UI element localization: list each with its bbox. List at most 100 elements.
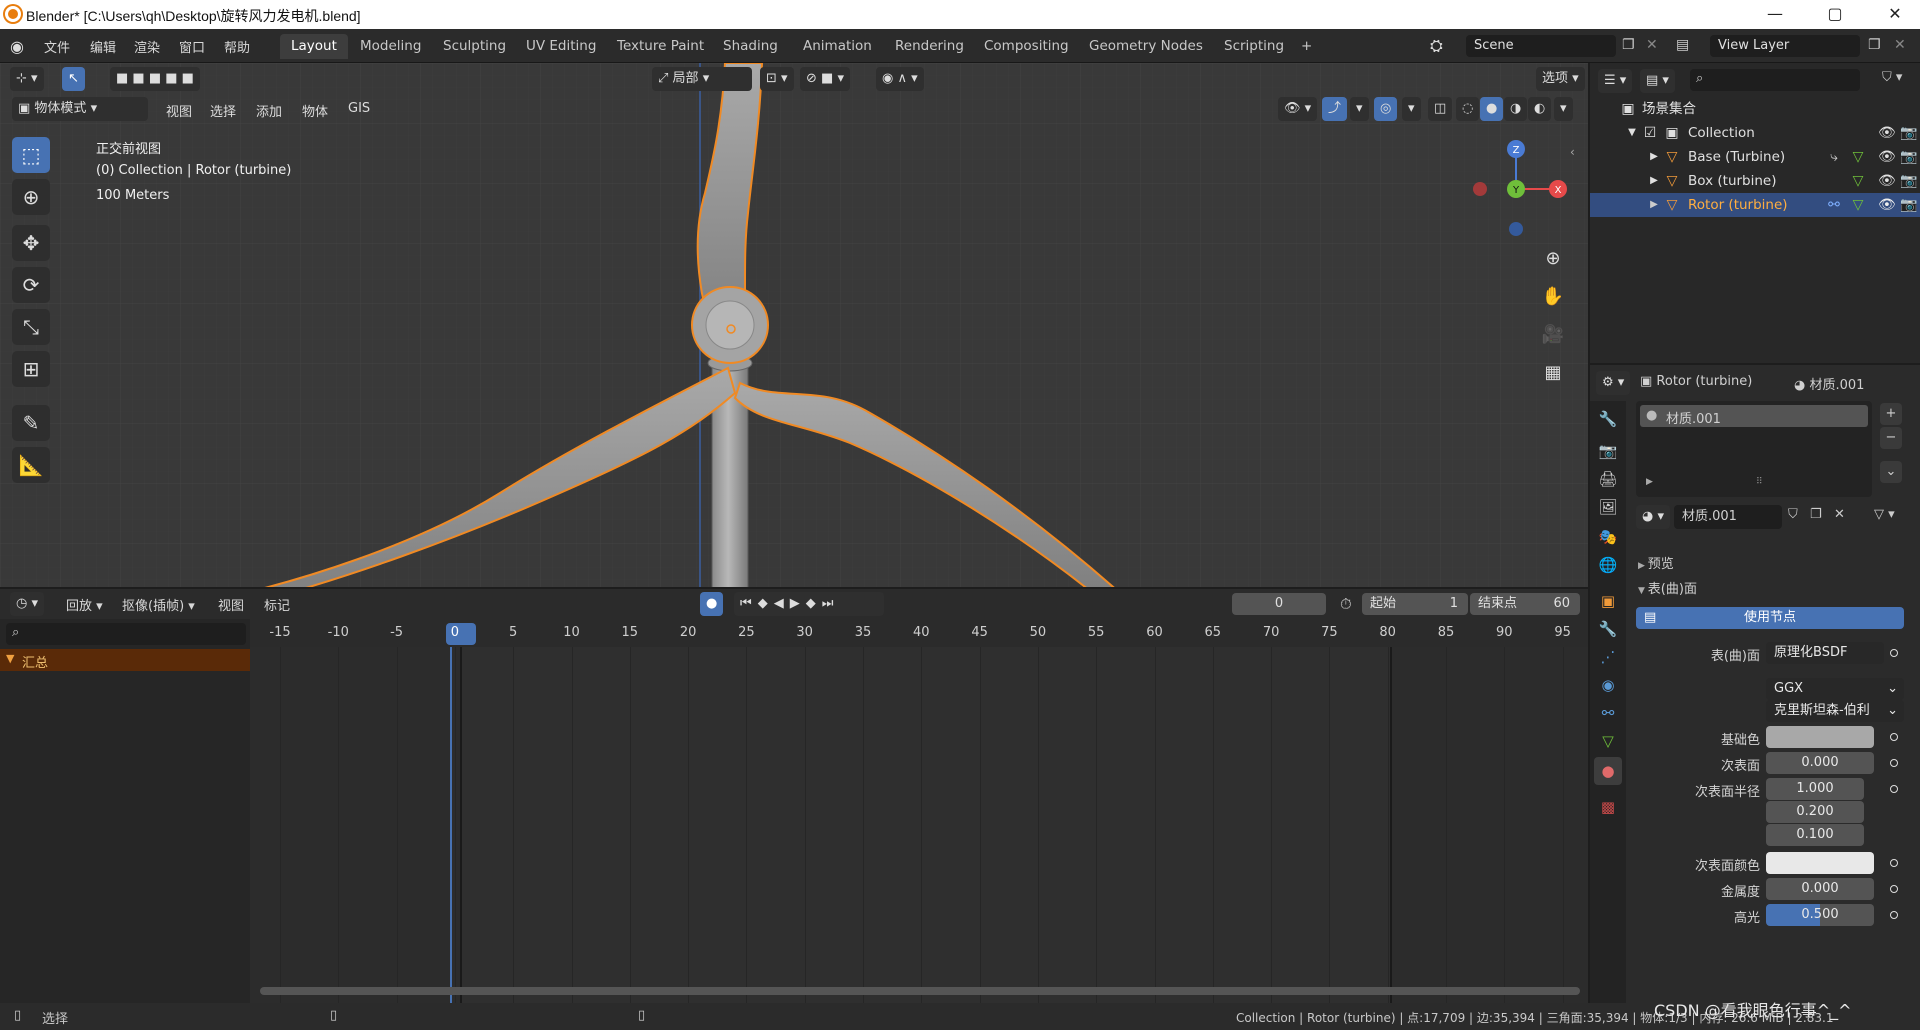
scene-tab-icon[interactable]: 🎭 (1594, 523, 1622, 551)
snap-button[interactable]: ⊘ ■ ▾ (800, 67, 850, 91)
outliner-display-mode[interactable]: ▤ ▾ (1640, 69, 1675, 93)
filter-icon[interactable]: ⛉ ▾ (1882, 70, 1902, 85)
mesh-data-icon[interactable]: ▽ (1850, 173, 1866, 189)
menu-window[interactable]: 窗口 (179, 37, 205, 56)
3d-viewport[interactable]: Z Y X ⊹ ▾ ↖ ■ ■ ■ ■ ■ ⤢ 局部 ▾ ⊡ ▾ ⊘ ■ ▾ ◉… (0, 63, 1588, 589)
specular-field[interactable]: 0.500 (1766, 904, 1874, 926)
visibility-dropdown[interactable]: 👁 ▾ (1278, 97, 1318, 121)
grid-view-icon[interactable]: ▦ (1538, 357, 1568, 387)
expand-icon[interactable]: ▶ (1646, 197, 1662, 213)
stopwatch-icon[interactable]: ⏱ (1340, 595, 1352, 613)
menu-render[interactable]: 渲染 (134, 37, 160, 56)
outliner-collection[interactable]: ▼ ☑ ▣ Collection 👁 📷 (1590, 121, 1920, 145)
tab-animation[interactable]: Animation (792, 34, 883, 59)
timeline-editor[interactable]: ◷ ▾ 回放 ▾ 抠像(插帧) ▾ 视图 标记 ● ⏮◆◀▶◆⏭ 0 ⏱ 起始 1… (0, 589, 1588, 1003)
camera-icon[interactable]: 📷 (1900, 173, 1917, 189)
new-view-layer-icon[interactable]: ❐ (1868, 37, 1881, 53)
subsurface-color-socket-icon[interactable] (1890, 859, 1898, 867)
world-tab-icon[interactable]: 🌐 (1594, 551, 1622, 579)
scene-icon[interactable]: ⛭ (1430, 36, 1443, 56)
current-frame-field[interactable]: 0 (1232, 593, 1326, 615)
expand-icon[interactable]: ▶ (1646, 149, 1662, 165)
pan-hand-icon[interactable]: ✋ (1538, 281, 1568, 311)
scale-tool[interactable]: ⤡ (12, 309, 50, 345)
duplicate-material-icon[interactable]: ❐ (1810, 507, 1822, 522)
editor-type-button[interactable]: ⊹ ▾ (10, 67, 44, 91)
auto-keying-button[interactable]: ● (700, 592, 724, 616)
transform-tool[interactable]: ⊞ (12, 351, 50, 387)
surface-socket-icon[interactable] (1890, 649, 1898, 657)
shading-dropdown[interactable]: ▾ (1554, 97, 1573, 121)
subsurface-socket-icon[interactable] (1890, 759, 1898, 767)
subsurface-radius-y-field[interactable]: 0.200 (1766, 801, 1864, 823)
annotate-tool[interactable]: ✎ (12, 405, 50, 441)
channel-search-input[interactable]: ⌕ (6, 623, 246, 645)
unlink-material-icon[interactable]: ✕ (1834, 507, 1845, 522)
select-box-tool[interactable]: ⬚ (12, 137, 50, 173)
menu-help[interactable]: 帮助 (224, 37, 250, 56)
move-tool[interactable]: ✥ (12, 225, 50, 261)
tab-geometry-nodes[interactable]: Geometry Nodes (1078, 34, 1214, 59)
subsurface-field[interactable]: 0.000 (1766, 752, 1874, 774)
subsurface-radius-z-field[interactable]: 0.100 (1766, 824, 1864, 846)
eye-icon[interactable]: 👁 (1878, 149, 1896, 165)
camera-icon[interactable]: 📷 (1900, 125, 1917, 141)
measure-tool[interactable]: 📐 (12, 447, 50, 483)
surface-shader-field[interactable]: 原理化BSDF (1766, 642, 1884, 664)
slot-specials-button[interactable]: ⌄ (1880, 461, 1902, 483)
material-name-field[interactable]: 材质.001 (1674, 505, 1782, 529)
tab-layout[interactable]: Layout (280, 34, 348, 59)
outliner-item-rotor[interactable]: ▶ ▽ Rotor (turbine) ⚯ ▽ 👁 📷 (1590, 193, 1920, 217)
checkbox-icon[interactable]: ☑ (1642, 125, 1658, 141)
zoom-icon[interactable]: ⊕ (1538, 243, 1568, 273)
mesh-data-icon[interactable]: ▽ (1850, 149, 1866, 165)
cursor-tool[interactable]: ⊕ (12, 179, 50, 215)
material-slot-list[interactable]: ● 材质.001 ▶ ⠿ (1636, 401, 1872, 497)
overlay-toggle[interactable]: ◎ (1374, 97, 1398, 121)
camera-icon[interactable]: 📷 (1900, 197, 1917, 213)
constraint-icon[interactable]: ⚯ (1826, 197, 1842, 213)
use-nodes-button[interactable]: ▤ 使用节点 (1636, 607, 1904, 629)
remove-slot-button[interactable]: − (1880, 427, 1902, 449)
texture-tab-icon[interactable]: ▩ (1594, 793, 1622, 821)
modifier-icon[interactable]: ⤷ (1826, 149, 1842, 165)
select-tool-mode[interactable]: ↖ (62, 67, 85, 91)
outliner-editor-type[interactable]: ☰ ▾ (1598, 69, 1633, 93)
tab-modeling[interactable]: Modeling (349, 34, 432, 59)
shading-material[interactable]: ◑ (1504, 97, 1528, 121)
timeline-scrollbar[interactable] (260, 987, 1580, 995)
playback-controls[interactable]: ⏮◆◀▶◆⏭ (734, 592, 884, 616)
surface-panel-header[interactable]: ▼ 表(曲)面 (1638, 578, 1697, 597)
link-dropdown-icon[interactable]: ▽ ▾ (1874, 507, 1895, 522)
end-frame-field[interactable]: 结束点 60 (1470, 593, 1580, 615)
timeline-keyframe-area[interactable] (250, 647, 1588, 1003)
view-layer-icon[interactable]: ▤ (1676, 37, 1689, 53)
timeline-editor-type[interactable]: ◷ ▾ (10, 592, 45, 616)
properties-editor[interactable]: ⚙ ▾ ▣ Rotor (turbine) ◕ 材质.001 🔧 📷 🖨 🖼 🎭… (1588, 363, 1920, 1005)
view-layer-field[interactable]: View Layer (1710, 35, 1860, 57)
metallic-field[interactable]: 0.000 (1766, 878, 1874, 900)
menu-file[interactable]: 文件 (44, 37, 70, 56)
expand-icon[interactable]: ▶ (1646, 477, 1653, 487)
viewport-menu-gis[interactable]: GIS (348, 101, 370, 116)
tab-texture-paint[interactable]: Texture Paint (606, 34, 715, 59)
subsurface-method-dropdown[interactable]: 克里斯坦森-伯利 ⌄ (1766, 700, 1904, 722)
add-workspace-button[interactable]: + (1290, 34, 1323, 59)
distribution-dropdown[interactable]: GGX ⌄ (1766, 678, 1904, 700)
outliner[interactable]: ☰ ▾ ▤ ▾ ⌕ ⛉ ▾ ▣ 场景集合 ▼ ☑ ▣ Collection 👁 … (1588, 63, 1920, 363)
selection-mode-buttons[interactable]: ■ ■ ■ ■ ■ (110, 67, 200, 91)
browse-material-button[interactable]: ◕ ▾ (1636, 505, 1671, 529)
viewport-menu-object[interactable]: 物体 (302, 101, 328, 120)
shading-rendered[interactable]: ◐ (1528, 97, 1552, 121)
object-mode-dropdown[interactable]: ▣ 物体模式 ▾ (12, 97, 148, 121)
scene-name-field[interactable]: Scene (1466, 35, 1616, 57)
material-tab-icon[interactable]: ● (1594, 757, 1622, 785)
shading-solid[interactable]: ● (1480, 97, 1504, 121)
delete-scene-icon[interactable]: ✕ (1646, 37, 1658, 53)
view-layer-tab-icon[interactable]: 🖼 (1594, 493, 1622, 521)
render-tab-icon[interactable]: 📷 (1594, 437, 1622, 465)
subsurface-radius-socket-icon[interactable] (1890, 785, 1898, 793)
close-button[interactable]: ✕ (1880, 4, 1910, 24)
viewport-menu-add[interactable]: 添加 (256, 101, 282, 120)
eye-icon[interactable]: 👁 (1878, 125, 1896, 141)
